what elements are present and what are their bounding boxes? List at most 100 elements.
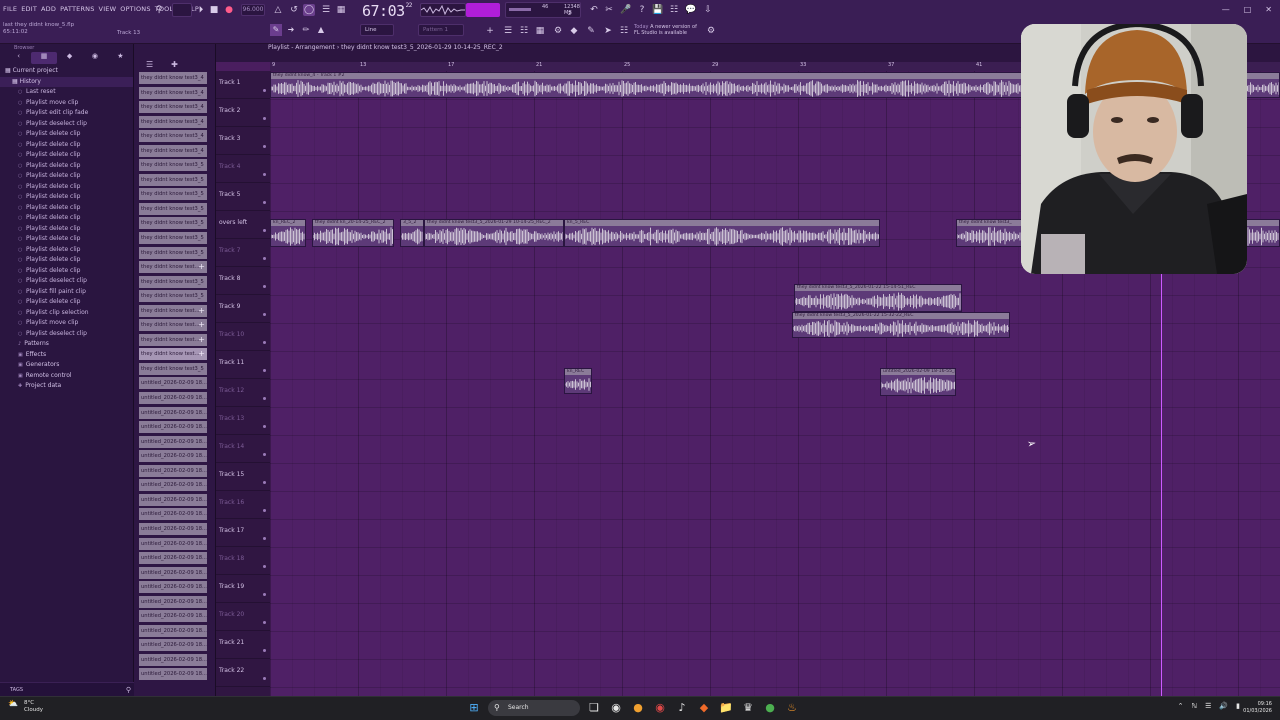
track-active-dot[interactable]	[263, 145, 266, 148]
track-active-dot[interactable]	[263, 89, 266, 92]
menu-add[interactable]: ADD	[41, 5, 56, 13]
audio-clip[interactable]: they didnt know test3_5_2026-01-22 15-14…	[794, 284, 962, 312]
download-icon[interactable]: ⇩	[702, 4, 714, 16]
chrome-alt-icon[interactable]: ●	[762, 700, 778, 716]
track-header[interactable]: Track 5	[216, 183, 270, 211]
search-icon[interactable]: ⚲	[126, 686, 131, 694]
browser-tab-sounds-icon[interactable]: ◉	[82, 52, 107, 64]
clip-list-item[interactable]: untitled_2026-02-09 18...	[139, 522, 207, 535]
track-active-dot[interactable]	[263, 369, 266, 372]
clip-list-item[interactable]: untitled_2026-02-09 18...	[139, 610, 207, 623]
clip-list-item[interactable]: untitled_2026-02-09 18...	[139, 464, 207, 477]
browser-tab-plugins-icon[interactable]: ◆	[57, 52, 82, 64]
track-active-dot[interactable]	[263, 285, 266, 288]
tags-bar[interactable]: TAGS ⚲	[0, 682, 134, 696]
history-item[interactable]: Playlist delete clip	[0, 161, 133, 172]
history-item[interactable]: Playlist delete clip	[0, 245, 133, 256]
song-position-display[interactable]: 67:0322	[362, 2, 412, 20]
mic-icon[interactable]: 🎤	[620, 4, 632, 16]
plugin-icon[interactable]: ⚙	[552, 25, 564, 37]
history-item[interactable]: Playlist delete clip	[0, 192, 133, 203]
history-item[interactable]: Playlist move clip	[0, 98, 133, 109]
track-header[interactable]: overs left	[216, 211, 270, 239]
clip-list-item[interactable]: they didnt know test3_4	[139, 72, 207, 84]
track-active-dot[interactable]	[263, 397, 266, 400]
add-clip-icon[interactable]: +	[198, 305, 205, 317]
track-header[interactable]: Track 9	[216, 295, 270, 323]
close-icon[interactable]: ✕	[1265, 5, 1272, 14]
plugin-db-icon[interactable]: ➤	[602, 25, 614, 37]
clip-list-item[interactable]: untitled_2026-02-09 18...	[139, 566, 207, 579]
menu-view[interactable]: VIEW	[99, 5, 117, 13]
track-header[interactable]: Track 13	[216, 407, 270, 435]
tiktok-icon[interactable]: ♪	[674, 700, 690, 716]
speaker-icon[interactable]: 🔊	[1219, 702, 1228, 710]
clip-list-item[interactable]: they didnt know test3_5	[139, 217, 207, 230]
undo-icon[interactable]: ↶	[588, 4, 600, 16]
track-header[interactable]: Track 22	[216, 659, 270, 687]
tree-history[interactable]: ▦ History	[0, 76, 133, 87]
menu-options[interactable]: OPTIONS	[120, 5, 150, 13]
track-active-dot[interactable]	[263, 453, 266, 456]
clip-list-item[interactable]: untitled_2026-02-09 18...	[139, 595, 207, 608]
track-header[interactable]: Track 10	[216, 323, 270, 351]
add-clip-icon[interactable]: +	[198, 319, 205, 331]
track-active-dot[interactable]	[263, 481, 266, 484]
chrome-icon[interactable]: ●	[630, 700, 646, 716]
minimize-icon[interactable]: —	[1222, 5, 1230, 14]
mixer-view-icon[interactable]: ☷	[518, 25, 530, 37]
snap-select[interactable]: Line	[360, 24, 394, 36]
track-active-dot[interactable]	[263, 593, 266, 596]
clip-list-item[interactable]: they didnt know test... +	[139, 261, 207, 274]
track-active-dot[interactable]	[263, 425, 266, 428]
save-icon[interactable]: 💾	[652, 4, 664, 16]
track-header[interactable]: Track 8	[216, 267, 270, 295]
track-header[interactable]: Track 7	[216, 239, 270, 267]
news-icon[interactable]: ☷	[618, 25, 630, 37]
add-pattern-icon[interactable]: +	[484, 25, 496, 37]
track-header[interactable]: Track 14	[216, 435, 270, 463]
brave-icon[interactable]: ◆	[696, 700, 712, 716]
clip-list-item[interactable]: they didnt know test3_5	[139, 188, 207, 201]
draw-tool-icon[interactable]: ✎	[270, 24, 282, 36]
history-item[interactable]: Playlist delete clip	[0, 203, 133, 214]
mixer-icon[interactable]: ☷	[668, 4, 680, 16]
track-header[interactable]: Track 18	[216, 547, 270, 575]
browser-tab-project-icon[interactable]: ▦	[31, 52, 57, 64]
clip-list-item[interactable]: untitled_2026-02-09 18...	[139, 668, 207, 681]
paint-tool-icon[interactable]: ✏	[300, 24, 312, 36]
track-active-dot[interactable]	[263, 649, 266, 652]
audio-clip[interactable]: kn_REC_2	[270, 219, 306, 247]
help-icon[interactable]: ?	[636, 4, 648, 16]
taskbar-search[interactable]: ⚲ Search	[488, 700, 580, 716]
windows-start-icon[interactable]: ⊞	[466, 700, 482, 716]
track-active-dot[interactable]	[263, 341, 266, 344]
add-clip-icon[interactable]: +	[198, 261, 205, 273]
track-header[interactable]: Track 2	[216, 99, 270, 127]
clip-list-item[interactable]: untitled_2026-02-09 18...	[139, 392, 207, 405]
clip-list-item[interactable]: untitled_2026-02-09 18...	[139, 435, 207, 448]
countdown-icon[interactable]: ◯	[303, 4, 315, 16]
clip-list-item[interactable]: they didnt know test3_5	[139, 232, 207, 245]
history-item[interactable]: Playlist clip selection	[0, 308, 133, 319]
browser-view-icon[interactable]: ◆	[568, 25, 580, 37]
track-header[interactable]: Track 12	[216, 379, 270, 407]
history-item[interactable]: Playlist delete clip	[0, 266, 133, 277]
track-header[interactable]: Track 4	[216, 155, 270, 183]
pattern-select[interactable]: Pattern 1	[418, 24, 464, 36]
clip-list-item[interactable]: they didnt know test3_5	[139, 246, 207, 259]
tree-root[interactable]: ▦ Current project	[0, 66, 133, 77]
track-active-dot[interactable]	[263, 677, 266, 680]
history-item[interactable]: Playlist deselect clip	[0, 276, 133, 287]
search-icon[interactable]: ⚲	[153, 4, 165, 16]
clip-list-item[interactable]: they didnt know test3_5	[139, 362, 207, 375]
sync-icon[interactable]: ⚙	[705, 25, 717, 37]
browser-section[interactable]: ▣ Generators	[0, 360, 133, 371]
history-item[interactable]: Playlist delete clip	[0, 140, 133, 151]
browser-section[interactable]: ▣ Effects	[0, 350, 133, 361]
clip-list-item[interactable]: untitled_2026-02-09 18...	[139, 493, 207, 506]
track-active-dot[interactable]	[263, 173, 266, 176]
clip-list-item[interactable]: untitled_2026-02-09 18...	[139, 624, 207, 637]
track-active-dot[interactable]	[263, 621, 266, 624]
clip-list-item[interactable]: they didnt know test3_5	[139, 290, 207, 303]
